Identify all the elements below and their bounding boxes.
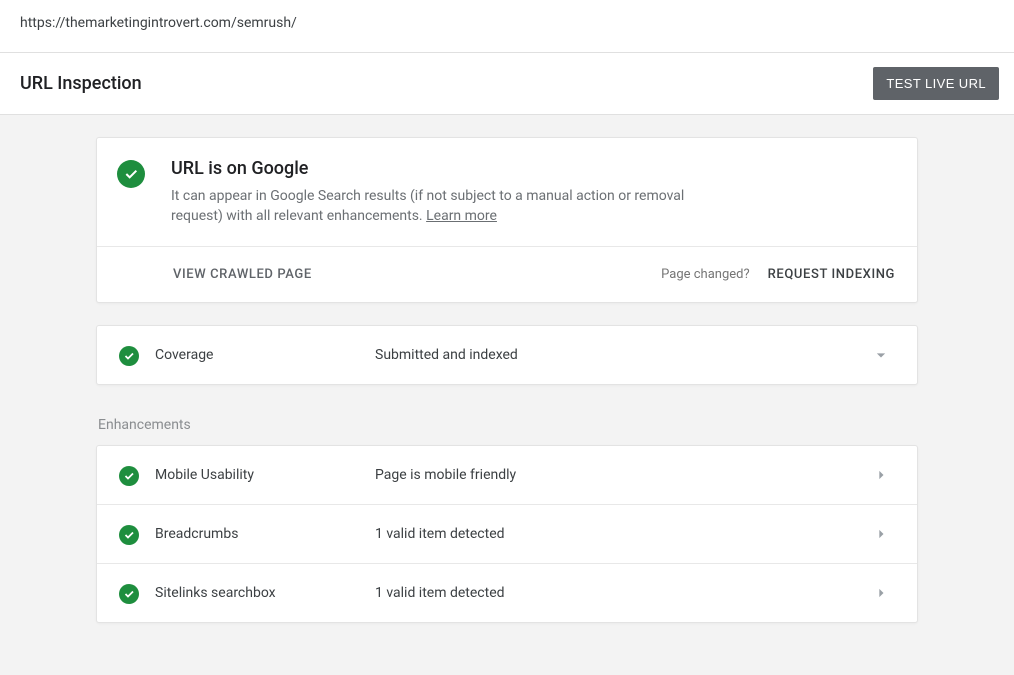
url-bar[interactable]: https://themarketingintrovert.com/semrus… — [0, 0, 1014, 53]
status-title: URL is on Google — [171, 158, 711, 179]
enhancement-value: 1 valid item detected — [375, 585, 871, 601]
request-indexing-button[interactable]: REQUEST INDEXING — [768, 267, 895, 282]
status-actions: VIEW CRAWLED PAGE Page changed? REQUEST … — [97, 246, 917, 302]
status-card: URL is on Google It can appear in Google… — [96, 137, 918, 303]
enhancement-row-sitelinks-searchbox[interactable]: Sitelinks searchbox 1 valid item detecte… — [97, 563, 917, 622]
chevron-right-icon — [871, 583, 895, 603]
view-crawled-page-button[interactable]: VIEW CRAWLED PAGE — [173, 267, 312, 282]
enhancement-label: Breadcrumbs — [155, 526, 375, 542]
page-changed-label: Page changed? — [661, 267, 750, 282]
header-bar: URL Inspection TEST LIVE URL — [0, 53, 1014, 115]
enhancements-section-label: Enhancements — [98, 417, 918, 433]
enhancements-card: Mobile Usability Page is mobile friendly… — [96, 445, 918, 623]
enhancement-label: Mobile Usability — [155, 467, 375, 483]
coverage-card[interactable]: Coverage Submitted and indexed — [96, 325, 918, 385]
check-icon — [117, 160, 145, 188]
learn-more-link[interactable]: Learn more — [426, 208, 497, 224]
coverage-label: Coverage — [155, 347, 375, 363]
chevron-right-icon — [871, 524, 895, 544]
chevron-down-icon — [871, 345, 895, 365]
test-live-url-button[interactable]: TEST LIVE URL — [873, 67, 999, 100]
status-description: It can appear in Google Search results (… — [171, 187, 711, 226]
page-title: URL Inspection — [20, 73, 142, 94]
check-icon — [119, 584, 139, 604]
coverage-value: Submitted and indexed — [375, 347, 871, 363]
chevron-right-icon — [871, 465, 895, 485]
check-icon — [119, 466, 139, 486]
enhancement-value: 1 valid item detected — [375, 526, 871, 542]
enhancement-row-breadcrumbs[interactable]: Breadcrumbs 1 valid item detected — [97, 504, 917, 563]
enhancement-row-mobile-usability[interactable]: Mobile Usability Page is mobile friendly — [97, 446, 917, 504]
check-icon — [119, 346, 139, 366]
enhancement-value: Page is mobile friendly — [375, 467, 871, 483]
enhancement-label: Sitelinks searchbox — [155, 585, 375, 601]
check-icon — [119, 525, 139, 545]
content-area: URL is on Google It can appear in Google… — [0, 115, 1014, 675]
